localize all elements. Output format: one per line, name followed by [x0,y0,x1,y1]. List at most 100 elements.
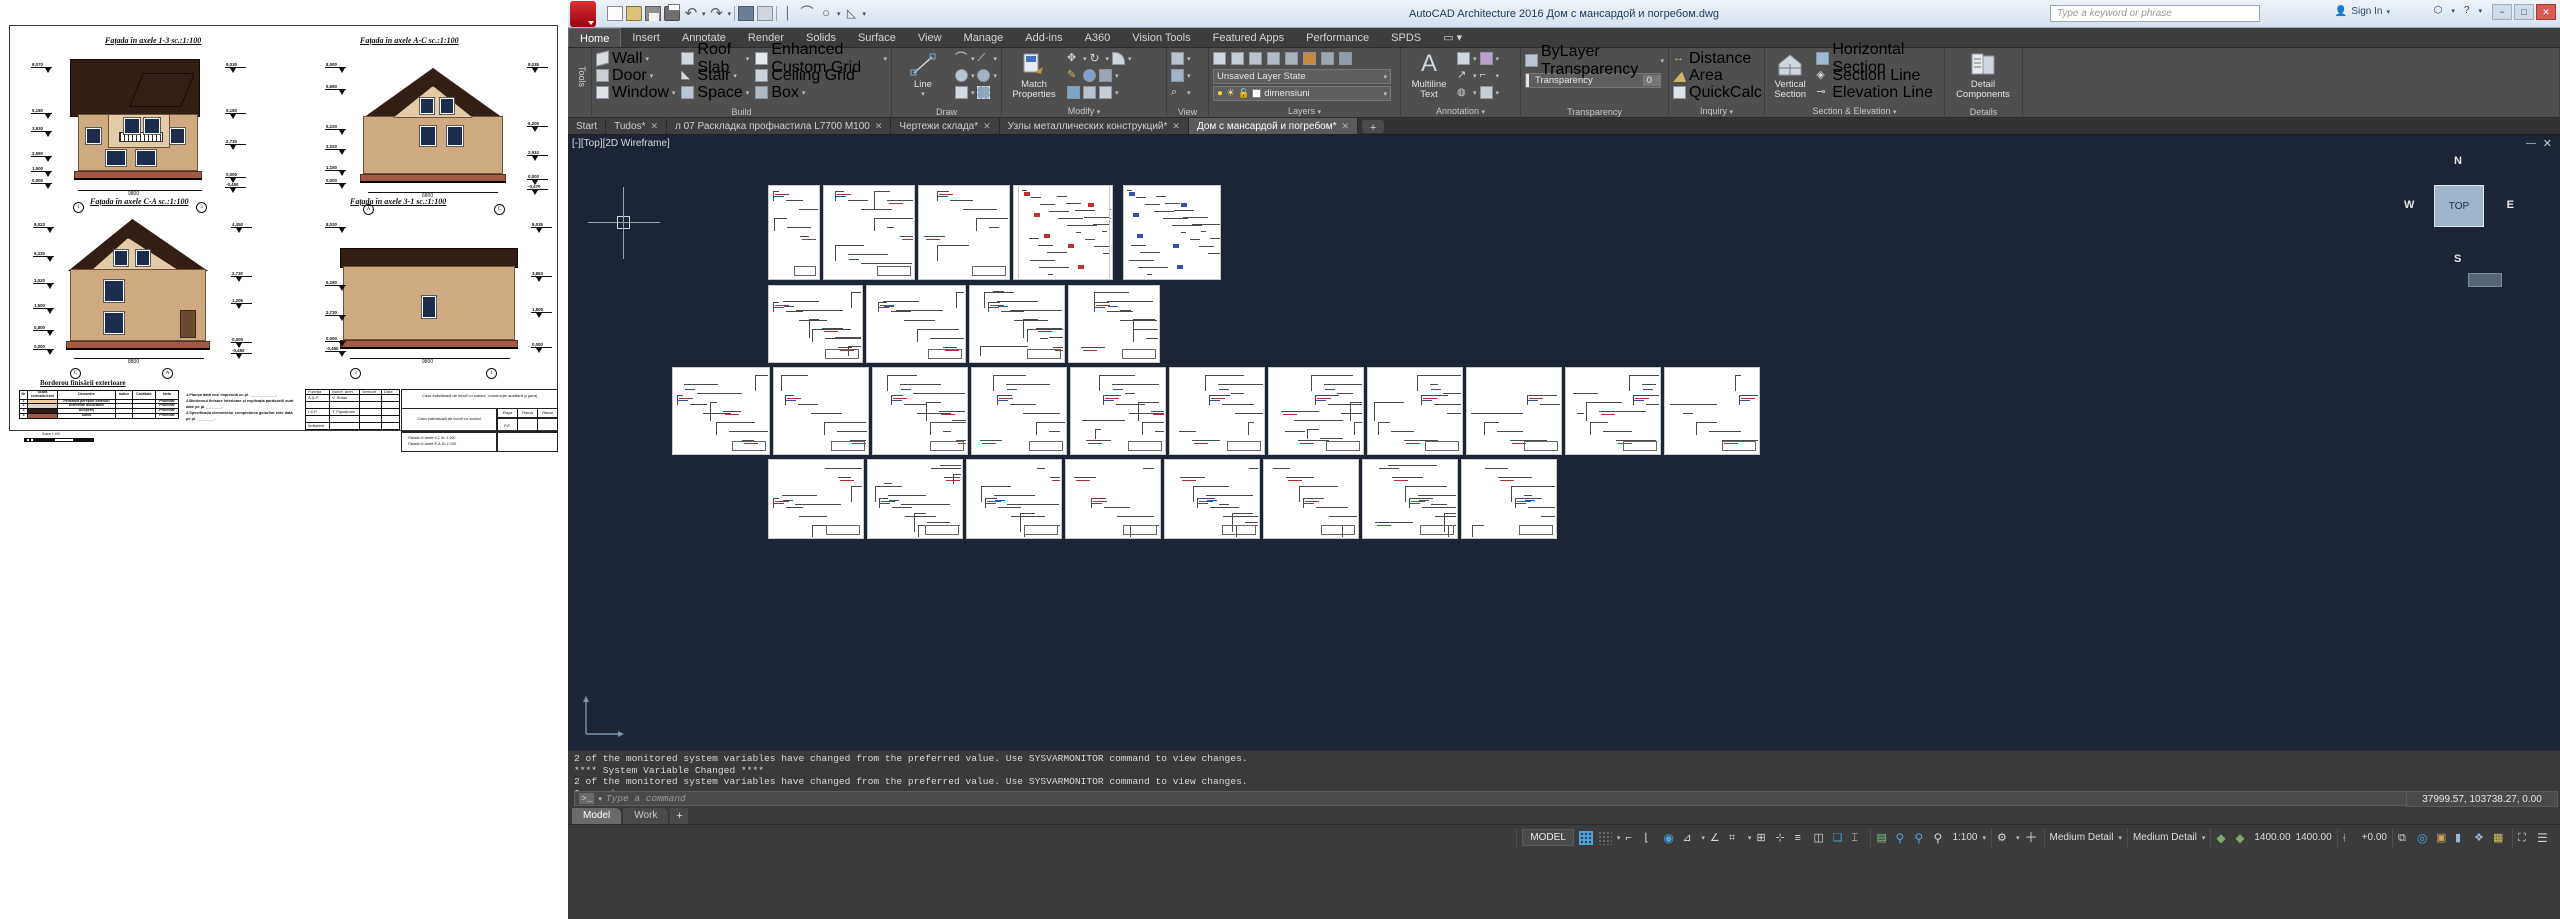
viewport-minimize-icon[interactable]: — [2526,138,2536,149]
close-button[interactable]: ✕ [2536,4,2556,20]
cut-plane-height-2[interactable]: 1400.00 [2296,832,2332,843]
command-input[interactable]: >_ ▾ Type a command [574,791,2554,806]
command-history-dropdown-icon[interactable]: ▾ [598,795,602,803]
viewcube-west-label[interactable]: W [2404,199,2414,211]
roof-slab-icon[interactable] [681,52,695,65]
viewcube-top-face[interactable]: TOP [2434,185,2484,227]
stretch-icon[interactable] [1083,86,1096,99]
rotate-dropdown-icon[interactable]: ▾ [1106,55,1110,63]
ribbon-tab-a360[interactable]: A360 [1074,28,1122,47]
window-dropdown-icon[interactable]: ▾ [672,89,676,97]
elevation-line-icon[interactable]: ⊸ [1816,86,1829,99]
model-drawing-sheet[interactable] [823,185,915,280]
application-menu-button[interactable] [570,0,596,27]
polar-icon[interactable]: ◉ [1663,831,1677,845]
display-config-dropdown-icon[interactable]: ▾ [2016,834,2020,842]
model-drawing-sheet[interactable] [1367,367,1463,455]
array-dropdown-icon[interactable]: ▾ [1115,89,1119,97]
layout-tab-model[interactable]: Model [572,808,622,824]
ellipse-dropdown-icon[interactable]: ▾ [993,72,997,80]
document-tab[interactable]: Узлы металлических конструкций* ✕ [999,118,1189,134]
isolate-icon[interactable] [1171,52,1184,65]
help-icon[interactable]: ? [2464,5,2470,16]
enhanced-custom-grid-icon[interactable] [755,52,769,65]
redo-icon[interactable]: ↷ [709,6,725,21]
model-drawing-sheet[interactable] [1123,185,1221,280]
navigation-bar[interactable] [2468,273,2502,287]
section-line-icon[interactable]: ◈ [1816,69,1829,82]
rectangle-icon[interactable] [954,86,968,99]
quickcalc-icon[interactable] [1673,86,1686,99]
minimize-button[interactable]: − [2492,4,2512,20]
annotation-scale-value[interactable]: 1:100 [1952,832,1977,843]
trim-icon[interactable] [1112,52,1126,65]
clean-screen-icon[interactable]: ▣ [2436,831,2450,845]
detail-1-dropdown-icon[interactable]: ▾ [2118,834,2122,842]
close-icon[interactable]: ✕ [983,121,991,132]
viewport-label[interactable]: [-][Top][2D Wireframe] [572,138,670,149]
elevation-value[interactable]: +0.00 [2362,832,2387,843]
undo-dropdown-icon[interactable]: ▾ [702,10,706,18]
layer-color-swatch[interactable] [1252,89,1262,98]
osnap-dropdown-icon[interactable]: ▾ [1701,834,1705,842]
new-icon[interactable] [607,6,623,21]
model-drawing-sheet[interactable] [1068,285,1160,363]
detail-level-2[interactable]: Medium Detail [2133,832,2197,843]
model-drawing-sheet[interactable] [1169,367,1265,455]
match-icon[interactable] [738,6,755,21]
project-icon[interactable]: ❖ [2474,831,2488,845]
dimension-icon[interactable] [1457,52,1470,65]
drawing-canvas[interactable]: [-][Top][2D Wireframe] — ✕ N S W E TOP [568,135,2560,750]
bylayer-transparency-icon[interactable] [1525,54,1538,67]
document-tab[interactable]: Дом с мансардой и погребом* ✕ [1188,118,1359,134]
viewport-close-icon[interactable]: ✕ [2543,137,2552,150]
stair-icon[interactable]: ◣ [681,69,694,82]
isolate-dropdown-icon[interactable]: ▾ [1187,55,1191,63]
document-tab[interactable]: Чертежи склада* ✕ [891,118,1000,134]
roof-slab-dropdown-icon[interactable]: ▾ [746,55,750,63]
area-icon[interactable] [1673,71,1686,82]
coordinate-display[interactable]: 37999.57, 103738.27, 0.00 [2406,791,2558,807]
annotation-visibility-icon[interactable]: ⚲ [1895,831,1909,845]
dynamic-ucs-icon[interactable]: ⊞ [1756,831,1770,845]
door-dropdown-icon[interactable]: ▾ [650,72,654,80]
model-drawing-sheet[interactable] [1018,185,1110,280]
plot-icon[interactable] [664,4,680,21]
model-drawing-sheet[interactable] [1263,459,1359,539]
wall-dropdown-icon[interactable]: ▾ [646,55,650,63]
snap-dropdown-icon[interactable]: ▾ [1617,834,1621,842]
customization-icon[interactable]: ☰ [2537,831,2551,845]
panel-title-section[interactable]: Section & Elevation ▾ [1765,106,1944,118]
snap-icon[interactable] [1597,830,1612,845]
content-browser-icon[interactable]: ▦ [2493,831,2507,845]
model-drawing-sheet[interactable] [1565,367,1661,455]
sheetset-icon[interactable] [757,6,774,21]
space-label[interactable]: Space [697,84,742,102]
array-icon[interactable] [1099,86,1112,99]
close-icon[interactable]: ✕ [1172,121,1180,132]
box-dropdown-icon[interactable]: ▾ [802,89,806,97]
cut-plane-icon[interactable]: ◆ [2216,831,2230,845]
redo-dropdown-icon[interactable]: ▾ [728,10,732,18]
detail-components-button[interactable]: Detail Components [1949,50,2017,100]
otrack-icon[interactable]: ∠ [1710,831,1724,845]
workspace-icon[interactable]: ▤ [1876,831,1890,845]
table-style-icon[interactable] [1479,86,1493,99]
cut-plane-height-1[interactable]: 1400.00 [2254,832,2290,843]
model-drawing-sheet[interactable] [918,185,1010,280]
annotation-monitor-icon[interactable]: ⌶ [1851,831,1865,845]
chevron-down-icon[interactable]: ▾ [2451,7,2455,15]
layer-freeze-icon[interactable] [1267,52,1280,65]
undo-icon[interactable]: ↶ [683,6,699,21]
layer-previous-icon[interactable] [1339,52,1352,65]
line-icon[interactable]: │ [780,6,796,21]
lineweight-icon[interactable]: ≡ [1794,831,1808,845]
ribbon-tab-view[interactable]: View [907,28,953,47]
document-tab[interactable]: Start [568,118,607,134]
model-drawing-sheet[interactable] [969,285,1065,363]
polyline-icon[interactable]: ⟋ [977,52,990,65]
ribbon-tab-manage[interactable]: Manage [953,28,1015,47]
model-drawing-sheet[interactable] [1362,459,1458,539]
trim-dropdown-icon[interactable]: ▾ [1128,55,1132,63]
dimension-dropdown-icon[interactable]: ▾ [1473,55,1477,63]
